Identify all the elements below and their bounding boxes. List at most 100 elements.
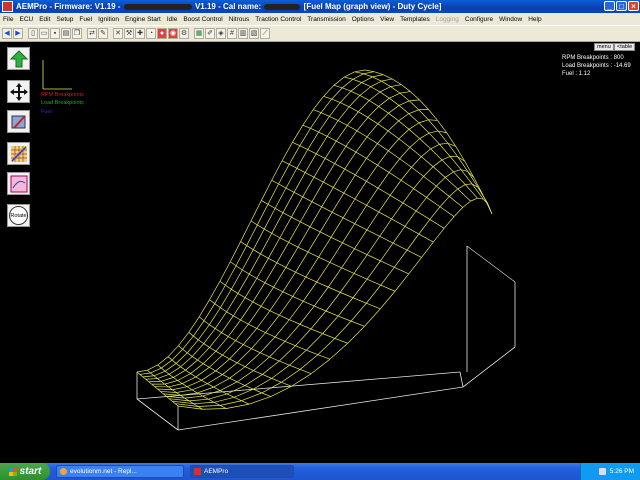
chart-icon[interactable]: ▧	[249, 28, 259, 39]
mesh-line	[389, 92, 401, 99]
calibrate-icon[interactable]: ✚	[135, 28, 145, 39]
menu-logging[interactable]: Logging	[436, 16, 459, 23]
graph-view[interactable]	[0, 42, 640, 463]
mesh-line	[180, 356, 193, 368]
mesh-line	[160, 391, 177, 393]
save-icon[interactable]: ▪	[50, 28, 60, 39]
menu-button[interactable]: menu	[594, 43, 614, 51]
mesh-line	[439, 196, 450, 207]
mesh-line	[136, 371, 141, 375]
connect-icon[interactable]: ⇄	[87, 28, 97, 39]
fuel-map-3d-mesh[interactable]	[0, 42, 640, 463]
mesh-line	[164, 363, 177, 372]
mesh-line	[345, 146, 357, 153]
mesh-line	[136, 369, 148, 373]
graph-icon[interactable]: ⟋	[260, 28, 270, 39]
log-icon[interactable]: ▦	[194, 28, 204, 39]
record-icon[interactable]: ◉	[168, 28, 178, 39]
mesh-line	[274, 208, 284, 213]
menu-engine-start[interactable]: Engine Start	[125, 16, 161, 23]
mesh-line	[465, 183, 473, 185]
stop-icon[interactable]: ●	[157, 28, 167, 39]
mesh-line	[220, 307, 227, 313]
mesh-line	[413, 176, 424, 189]
mesh-line	[379, 218, 392, 237]
menu-setup[interactable]: Setup	[56, 16, 73, 23]
menu-traction-control[interactable]: Traction Control	[255, 16, 301, 23]
mesh-line	[203, 363, 210, 368]
menu-fuel[interactable]: Fuel	[79, 16, 92, 23]
mesh-line	[195, 367, 210, 378]
mesh-line	[310, 310, 327, 330]
mesh-line	[339, 90, 352, 103]
mesh-line	[261, 381, 282, 394]
move-up-arrow-icon[interactable]	[7, 47, 30, 70]
settings-icon[interactable]: ⚙	[179, 28, 189, 39]
menu-boost-control[interactable]: Boost Control	[183, 16, 222, 23]
mesh-line	[392, 78, 402, 85]
menu-configure[interactable]: Configure	[465, 16, 493, 23]
new-file-icon[interactable]: ▯	[28, 28, 38, 39]
mesh-line	[148, 381, 152, 385]
menu-idle[interactable]: Idle	[167, 16, 177, 23]
tools-icon[interactable]: ⚒	[124, 28, 134, 39]
mesh-line	[271, 364, 290, 379]
mesh-line	[242, 269, 250, 275]
minimize-button[interactable]: _	[604, 1, 615, 11]
open-file-icon[interactable]: ▭	[39, 28, 49, 39]
mesh-line	[441, 156, 451, 161]
table-icon[interactable]: ▥	[238, 28, 248, 39]
menu-view[interactable]: View	[380, 16, 394, 23]
menu-help[interactable]: Help	[528, 16, 541, 23]
mesh-line	[333, 76, 345, 86]
menu-edit[interactable]: Edit	[39, 16, 50, 23]
select-icon[interactable]: ◈	[216, 28, 226, 39]
menu-file[interactable]: File	[3, 16, 13, 23]
menu-window[interactable]: Window	[499, 16, 522, 23]
mesh-line	[354, 223, 368, 231]
pen-icon[interactable]: ✐	[205, 28, 215, 39]
mesh-line	[233, 297, 246, 317]
print-icon[interactable]: ▤	[61, 28, 71, 39]
close-button[interactable]: ×	[628, 1, 639, 11]
mesh-line	[330, 236, 343, 244]
mesh-line	[209, 299, 215, 304]
menu-templates[interactable]: Templates	[400, 16, 430, 23]
mesh-line	[192, 356, 198, 361]
grid-icon[interactable]: #	[227, 28, 237, 39]
mesh-line	[240, 301, 254, 321]
edit-icon[interactable]: ✎	[98, 28, 108, 39]
menu-nitrous[interactable]: Nitrous	[229, 16, 250, 23]
copy-icon[interactable]: ❐	[72, 28, 82, 39]
table-button[interactable]: <table	[614, 43, 636, 51]
mesh-line	[226, 393, 235, 398]
mesh-line	[175, 363, 181, 368]
menu-ecu[interactable]: ECU	[19, 16, 33, 23]
maximize-button[interactable]: □	[616, 1, 627, 11]
mesh-line	[271, 212, 284, 234]
mesh-line	[436, 177, 446, 187]
menu-ignition[interactable]: Ignition	[98, 16, 119, 23]
forward-arrow-icon[interactable]: ▶	[13, 28, 23, 39]
rotate-button[interactable]: Rotate	[7, 204, 30, 227]
mesh-line	[202, 395, 209, 400]
taskbar-item-browser[interactable]: evolutionm.net - Repl...	[56, 465, 184, 478]
magic-wand-icon[interactable]	[7, 110, 30, 133]
gauge-icon[interactable]: ◔	[146, 28, 156, 39]
taskbar-item-aempro[interactable]: AEMPro	[190, 465, 294, 478]
view-3d-icon[interactable]	[7, 172, 30, 195]
color-grid-icon[interactable]	[7, 142, 30, 165]
mesh-line	[167, 356, 173, 361]
mesh-line	[246, 245, 254, 250]
mesh-line	[233, 315, 241, 321]
mesh-line	[297, 226, 311, 248]
mesh-line	[377, 143, 389, 152]
wrench-icon[interactable]: ✕	[113, 28, 123, 39]
menu-transmission[interactable]: Transmission	[307, 16, 345, 23]
start-button[interactable]: start	[0, 463, 50, 480]
menu-options[interactable]: Options	[352, 16, 374, 23]
back-arrow-icon[interactable]: ◀	[2, 28, 12, 39]
mesh-line	[226, 385, 246, 395]
pan-cross-icon[interactable]	[7, 80, 30, 103]
network-icon[interactable]	[598, 468, 606, 475]
